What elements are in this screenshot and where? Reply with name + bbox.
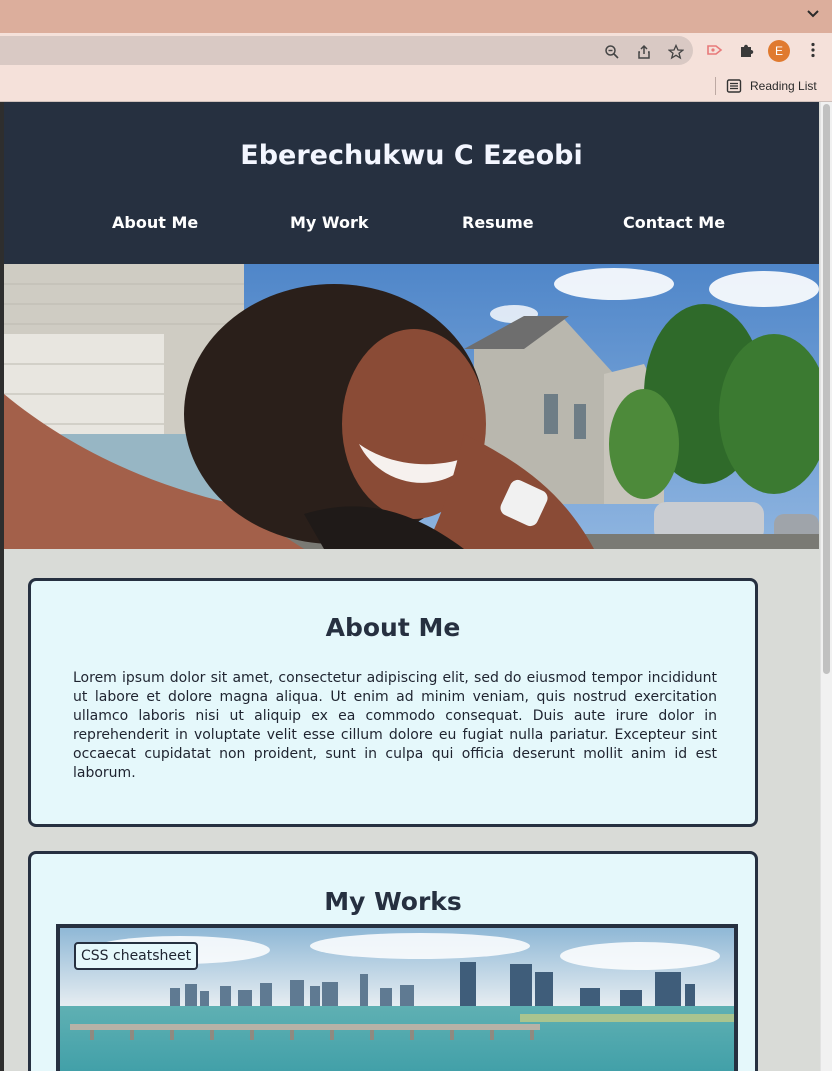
cast-extension-icon[interactable] — [706, 41, 724, 59]
hero-photo — [4, 264, 819, 549]
hero-image — [4, 264, 819, 549]
extensions-puzzle-icon[interactable] — [738, 41, 756, 59]
divider — [715, 77, 716, 95]
works-section: My Works CSS cheatsheet — [28, 851, 758, 1071]
bookmarks-bar: Reading List — [0, 70, 832, 102]
address-bar[interactable] — [0, 36, 693, 65]
nav-link-contact-me[interactable]: Contact Me — [623, 213, 725, 232]
page-scrollbar[interactable] — [820, 102, 832, 1071]
share-icon[interactable] — [636, 44, 652, 60]
bookmark-star-icon[interactable] — [668, 44, 684, 60]
about-heading: About Me — [325, 613, 461, 642]
tab-strip — [0, 0, 832, 33]
nav-link-my-work[interactable]: My Work — [290, 213, 369, 232]
site-title: Eberechukwu C Ezeobi — [240, 140, 583, 171]
kebab-menu-icon[interactable] — [804, 41, 822, 59]
browser-toolbar: E — [0, 33, 832, 70]
chevron-down-icon[interactable] — [806, 7, 820, 21]
reading-list-icon — [726, 79, 742, 93]
site-header: Eberechukwu C Ezeobi About Me My Work Re… — [4, 102, 819, 264]
works-heading: My Works — [324, 887, 462, 916]
profile-avatar[interactable]: E — [768, 40, 790, 62]
about-body: Lorem ipsum dolor sit amet, consectetur … — [73, 670, 717, 781]
page-viewport: Eberechukwu C Ezeobi About Me My Work Re… — [0, 102, 820, 1071]
work-item-css-cheatsheet[interactable]: CSS cheatsheet — [56, 924, 738, 1071]
reading-list-button[interactable]: Reading List — [726, 77, 817, 95]
nav-link-resume[interactable]: Resume — [462, 213, 534, 232]
work-item-label[interactable]: CSS cheatsheet — [74, 942, 199, 970]
scrollbar-thumb[interactable] — [823, 104, 830, 674]
about-section: About Me Lorem ipsum dolor sit amet, con… — [28, 578, 758, 827]
zoom-out-icon[interactable] — [604, 44, 620, 60]
nav-link-about-me[interactable]: About Me — [112, 213, 198, 232]
reading-list-label: Reading List — [750, 79, 817, 93]
